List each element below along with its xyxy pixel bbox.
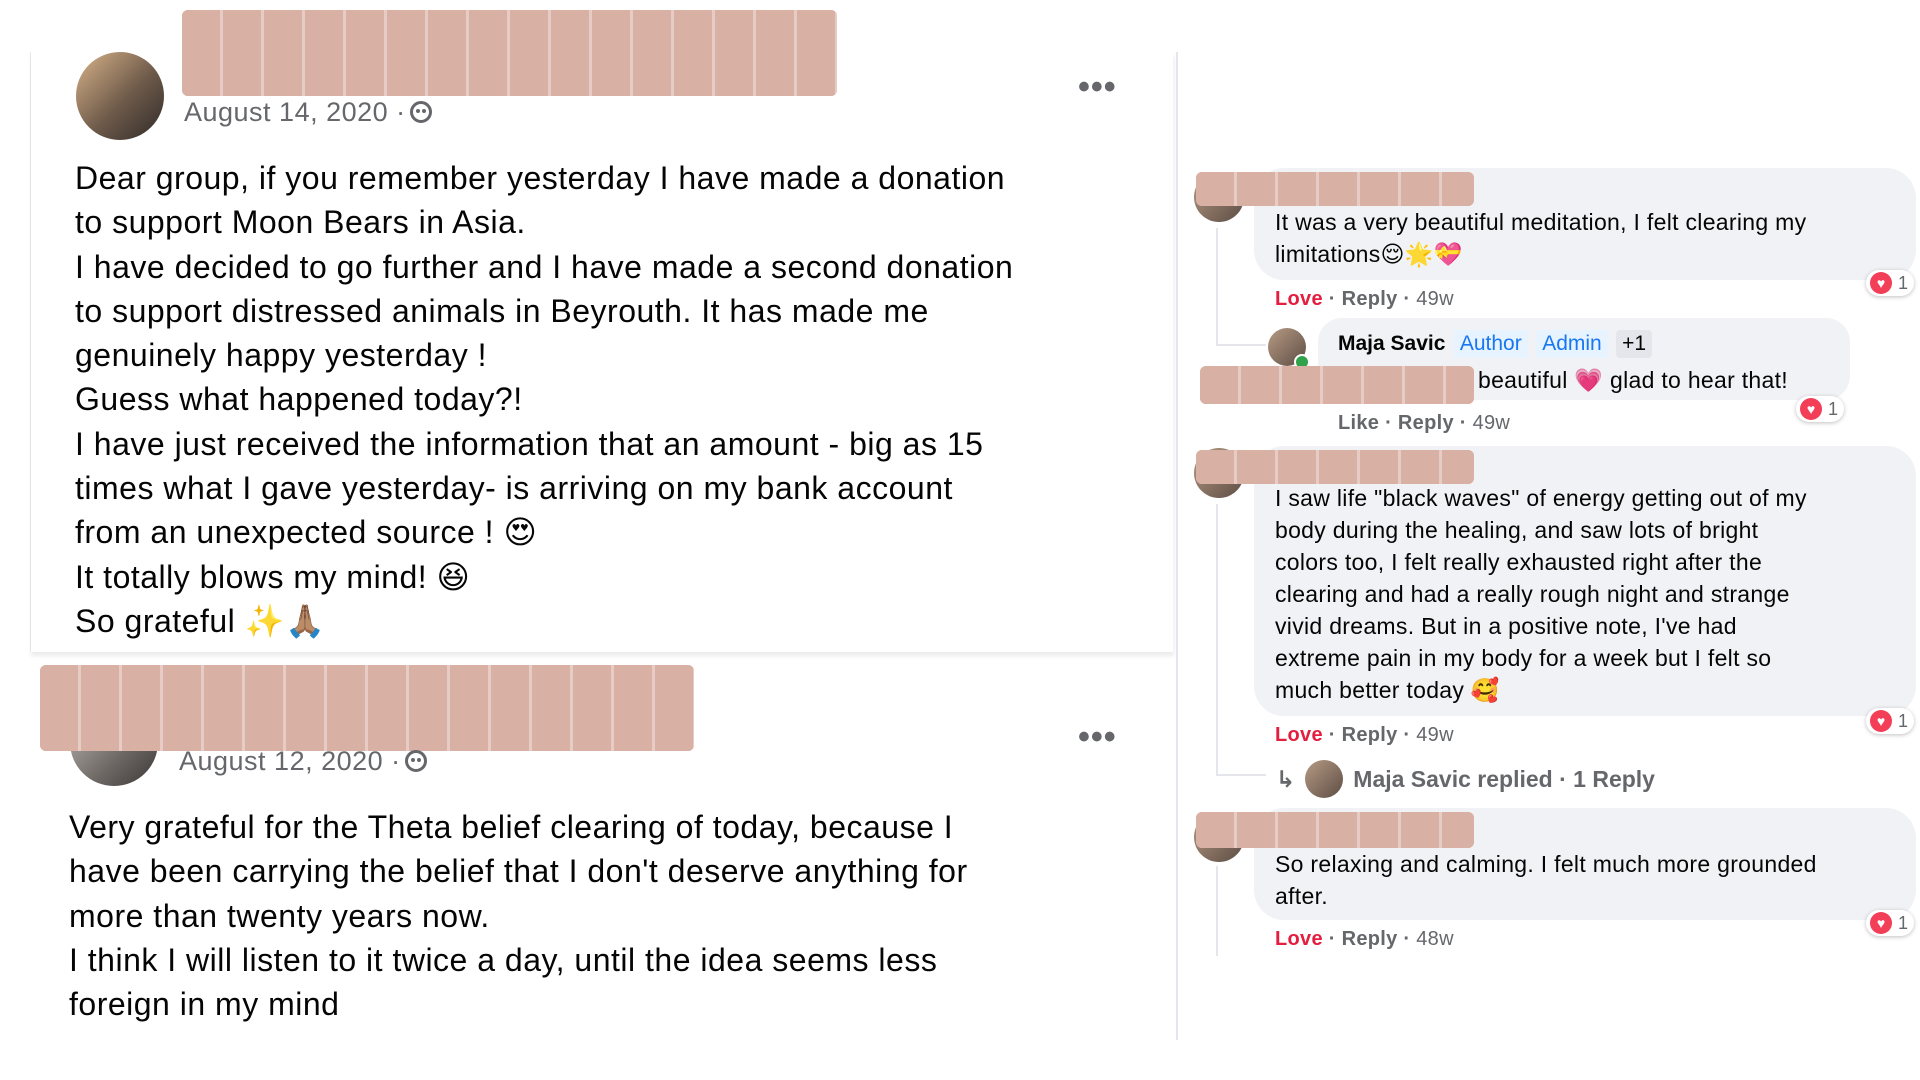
post-date[interactable]: August 14, 2020 · <box>184 97 432 128</box>
redacted-commenter-name <box>1196 172 1474 206</box>
comment-time[interactable]: 49w <box>1416 724 1454 746</box>
replied-summary: Maja Savic replied · 1 Reply <box>1353 765 1655 792</box>
love-button[interactable]: Love <box>1275 724 1323 746</box>
reply-header: Maja Savic Author Admin +1 <box>1338 330 1653 358</box>
comment-text: I saw life "black waves" of energy getti… <box>1275 485 1807 703</box>
comment-time[interactable]: 49w <box>1416 288 1454 310</box>
group-icon <box>404 750 427 772</box>
reply-author-name[interactable]: Maja Savic <box>1338 332 1445 355</box>
reaction-count[interactable]: ♥ 1 <box>1866 270 1915 296</box>
love-reaction-icon: ♥ <box>1870 912 1892 934</box>
thread-line <box>1216 774 1266 776</box>
love-button[interactable]: Love <box>1275 288 1323 310</box>
love-reaction-icon: ♥ <box>1870 710 1892 732</box>
redacted-commenter-name <box>1196 450 1474 484</box>
reaction-count[interactable]: ♥ 1 <box>1866 708 1915 734</box>
reply-author-avatar <box>1305 760 1344 798</box>
reply-button[interactable]: Reply <box>1342 724 1398 746</box>
admin-badge: Admin <box>1536 330 1608 358</box>
reply-button[interactable]: Reply <box>1398 412 1454 434</box>
comment-text: It was a very beautiful meditation, I fe… <box>1275 209 1807 267</box>
love-reaction-icon: ♥ <box>1870 272 1892 294</box>
post-text: Dear group, if you remember yesterday I … <box>75 160 1014 639</box>
reply-text: beautiful 💗 glad to hear that! <box>1478 367 1788 393</box>
redacted-mention <box>1200 366 1474 404</box>
thread-line <box>1216 228 1218 346</box>
group-icon <box>409 101 432 123</box>
reaction-count[interactable]: ♥ 1 <box>1866 910 1915 936</box>
redacted-author-name <box>40 665 694 751</box>
post-author-avatar[interactable] <box>76 52 164 140</box>
reaction-count[interactable]: ♥ 1 <box>1796 396 1845 422</box>
panel-divider <box>1176 52 1178 1040</box>
post-date[interactable]: August 12, 2020 · <box>179 746 427 777</box>
thread-line <box>1216 866 1218 956</box>
like-button[interactable]: Like <box>1338 412 1379 434</box>
reply-arrow-icon: ↳ <box>1276 765 1296 792</box>
more-options-button[interactable]: ••• <box>1078 68 1117 107</box>
reply-actions: Like · Reply · 49w <box>1338 412 1511 434</box>
comment-actions: Love · Reply · 49w <box>1275 724 1454 746</box>
reply-time[interactable]: 49w <box>1473 412 1511 434</box>
comment-time[interactable]: 48w <box>1416 928 1454 950</box>
more-options-button[interactable]: ••• <box>1078 718 1117 757</box>
thread-line <box>1216 344 1266 346</box>
love-button[interactable]: Love <box>1275 928 1323 950</box>
view-replies-link[interactable]: ↳ Maja Savic replied · 1 Reply <box>1276 760 1655 798</box>
post-text: Very grateful for the Theta belief clear… <box>69 809 968 1023</box>
thread-line <box>1216 504 1218 774</box>
redacted-author-name <box>182 10 837 96</box>
author-badge: Author <box>1453 330 1528 358</box>
comment-text: So relaxing and calming. I felt much mor… <box>1275 851 1817 909</box>
love-reaction-icon: ♥ <box>1800 398 1822 420</box>
reply-button[interactable]: Reply <box>1342 928 1398 950</box>
redacted-commenter-name <box>1196 812 1474 848</box>
reply-button[interactable]: Reply <box>1342 288 1398 310</box>
comment-actions: Love · Reply · 48w <box>1275 928 1454 950</box>
comment-actions: Love · Reply · 49w <box>1275 288 1454 310</box>
more-badges[interactable]: +1 <box>1616 330 1653 358</box>
